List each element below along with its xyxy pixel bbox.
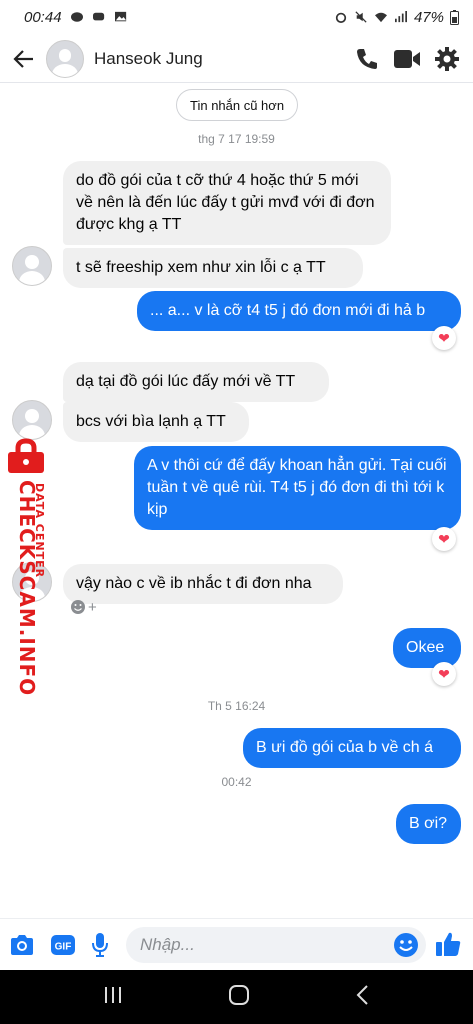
message-reaction[interactable]: ❤	[432, 326, 456, 350]
back-button[interactable]	[2, 37, 46, 81]
add-reaction-button[interactable]: +	[70, 597, 104, 617]
status-time: 00:44	[24, 8, 62, 26]
emoji-button[interactable]	[389, 928, 423, 962]
battery-percent: 47%	[413, 8, 444, 26]
message-incoming[interactable]: do đồ gói của t cỡ thứ 4 hoặc thứ 5 mới …	[63, 161, 391, 245]
alarm-icon	[335, 12, 347, 23]
lock-icon	[8, 438, 44, 473]
contact-avatar[interactable]	[46, 40, 84, 78]
voice-button[interactable]	[83, 928, 117, 962]
status-left: 00:44	[24, 9, 128, 26]
like-button[interactable]	[431, 927, 465, 961]
recent-apps-button[interactable]	[102, 985, 124, 1010]
recent-apps-icon	[104, 986, 121, 1003]
home-button[interactable]	[227, 983, 251, 1012]
heart-icon: ❤	[438, 329, 450, 346]
chat-notification-icon	[92, 12, 104, 21]
gallery-notification-icon	[114, 11, 126, 22]
message-incoming[interactable]: dạ tại đồ gói lúc đấy mới về TT	[63, 362, 329, 402]
timestamp: Th 5 16:24	[207, 699, 266, 713]
message-incoming[interactable]: bcs với bìa lạnh ạ TT	[63, 402, 249, 442]
emoji-icon	[394, 933, 418, 957]
battery-icon	[450, 9, 459, 25]
gif-icon: GIF	[51, 935, 75, 955]
message-outgoing[interactable]: A v thôi cứ để đấy khoan hẳn gửi. Tại cu…	[134, 446, 461, 530]
status-bar: 00:44 47%	[0, 0, 473, 34]
message-outgoing[interactable]: B ơi?	[396, 804, 461, 844]
camera-icon	[11, 935, 33, 955]
message-outgoing[interactable]: Okee	[393, 628, 461, 668]
video-icon	[394, 50, 420, 68]
gear-icon	[435, 47, 459, 71]
settings-button[interactable]	[427, 39, 467, 79]
composer-bar: GIF	[0, 918, 473, 970]
message-incoming[interactable]: t sẽ freeship xem như xin lỗi c ạ TT	[63, 248, 363, 288]
add-reaction-icon: +	[88, 598, 97, 616]
contact-name[interactable]: Hanseok Jung	[94, 49, 347, 69]
contact-avatar-small[interactable]	[12, 246, 52, 286]
timestamp: thg 7 17 19:59	[198, 132, 275, 146]
back-nav-button[interactable]	[355, 984, 371, 1011]
back-nav-icon	[356, 984, 368, 1005]
message-incoming[interactable]: vậy nào c về ib nhắc t đi đơn nha	[63, 564, 343, 604]
phone-icon	[357, 49, 377, 69]
timestamp: 00:42	[221, 775, 252, 789]
signal-icon	[394, 11, 407, 23]
camera-button[interactable]	[5, 928, 39, 962]
thumbs-up-icon	[436, 932, 461, 956]
contact-avatar-small[interactable]	[12, 400, 52, 440]
messenger-notification-icon	[70, 12, 83, 22]
svg-text:GIF: GIF	[55, 942, 72, 953]
watermark: CHECKSCAM.INFO DATA CENTER	[2, 438, 52, 696]
message-outgoing[interactable]: ... a... v là cỡ t4 t5 j đó đơn mới đi h…	[137, 291, 461, 331]
older-messages-button[interactable]: Tin nhắn cũ hơn	[176, 89, 299, 121]
wifi-icon	[374, 12, 387, 23]
video-call-button[interactable]	[387, 39, 427, 79]
emoji-icon	[71, 600, 85, 614]
mute-icon	[355, 11, 367, 23]
system-nav-bar	[0, 970, 473, 1024]
message-reaction[interactable]: ❤	[432, 662, 456, 686]
message-outgoing[interactable]: B ưi đồ gói của b về ch á	[243, 728, 461, 768]
header-divider	[0, 82, 473, 83]
message-reaction[interactable]: ❤	[432, 527, 456, 551]
status-right: 47%	[334, 9, 459, 26]
microphone-icon	[92, 933, 108, 957]
heart-icon: ❤	[438, 530, 450, 547]
gif-button[interactable]: GIF	[46, 928, 80, 962]
watermark-sub-text: DATA CENTER	[33, 483, 46, 579]
heart-icon: ❤	[438, 665, 450, 682]
back-arrow-icon	[13, 50, 33, 68]
message-input[interactable]	[126, 927, 426, 963]
call-button[interactable]	[347, 39, 387, 79]
home-icon	[229, 984, 250, 1005]
chat-header: Hanseok Jung	[0, 36, 473, 82]
